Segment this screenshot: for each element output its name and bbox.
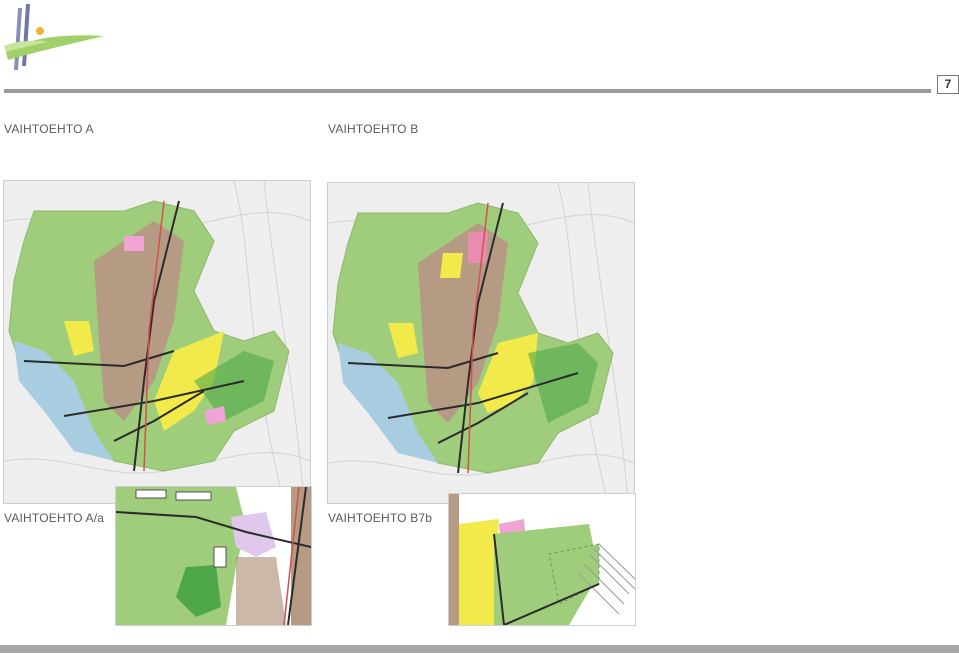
label-vaihtoehto-a: VAIHTOEHTO A <box>4 122 94 136</box>
label-vaihtoehto-a-a: VAIHTOEHTO A/a <box>4 511 105 525</box>
map-detail-b7b <box>448 493 636 626</box>
logo <box>0 0 110 75</box>
map-vaihtoehto-a <box>3 180 311 504</box>
map-detail-a-a <box>115 486 312 626</box>
label-vaihtoehto-b: VAIHTOEHTO B <box>328 122 419 136</box>
label-vaihtoehto-b7b: VAIHTOEHTO B7b <box>328 511 433 525</box>
footer-bar <box>0 645 959 653</box>
header-divider <box>4 89 931 93</box>
page-number: 7 <box>937 75 959 94</box>
map-vaihtoehto-b <box>327 182 635 504</box>
